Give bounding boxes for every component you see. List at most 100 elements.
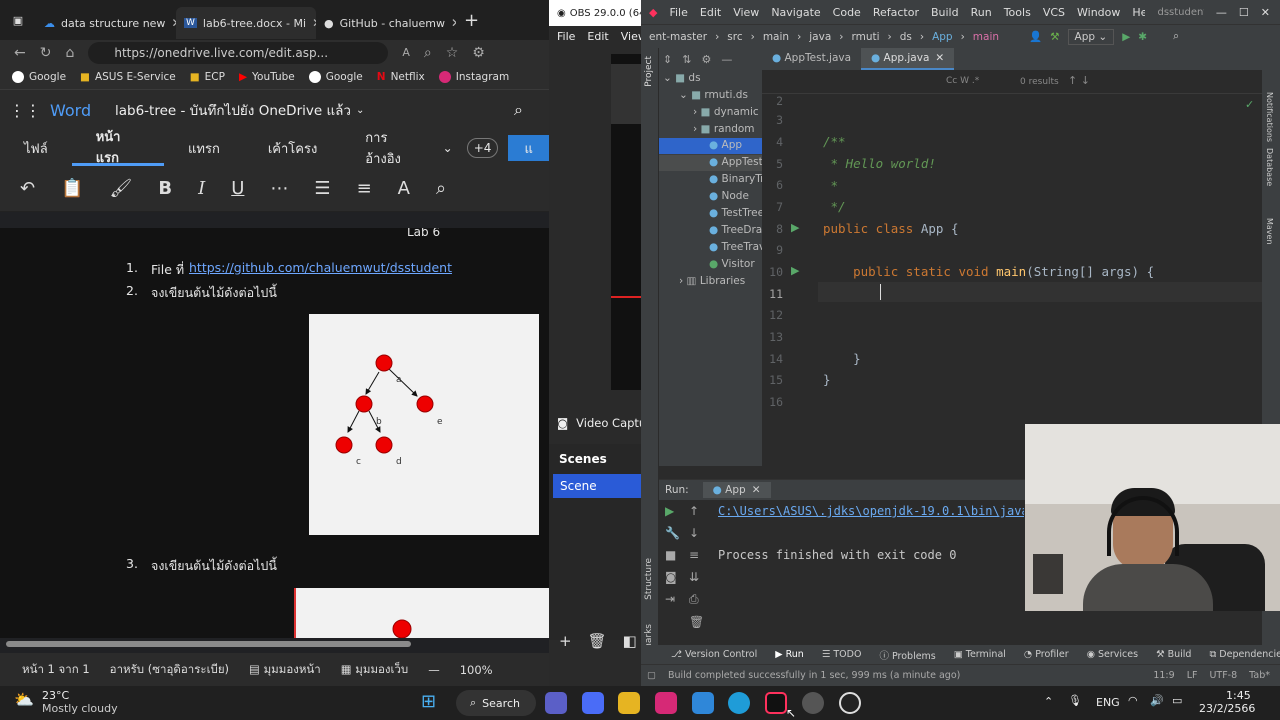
clipboard-icon[interactable]: 📋 [61, 178, 83, 199]
teams-icon[interactable] [545, 692, 567, 714]
menu-tools[interactable]: Tools [1004, 6, 1031, 19]
wifi-icon[interactable]: ◠ [1128, 694, 1138, 707]
bookmark-youtube[interactable]: ▶ YouTube [239, 71, 295, 83]
tree-item[interactable]: › ■ random [693, 123, 755, 135]
battery-icon[interactable]: ▭ [1172, 694, 1182, 707]
hammer-icon[interactable]: ⚒ [1050, 31, 1059, 43]
scene-item[interactable]: Scene [553, 474, 641, 498]
zoom-icon[interactable]: ⌕ [424, 45, 432, 61]
menu-refactor[interactable]: Refactor [873, 6, 919, 19]
extensions-icon[interactable]: ⚙ [472, 45, 485, 61]
close-tab-icon[interactable]: ✕ [935, 52, 944, 64]
menu-window[interactable]: Window [1077, 6, 1120, 19]
close-tab-icon[interactable]: ✕ [752, 484, 761, 496]
browser-tab-word[interactable]: W lab6-tree.docx - Mi ✕ [176, 7, 316, 39]
breadcrumb[interactable]: main [763, 31, 789, 43]
run-icon[interactable]: ▶ [1122, 31, 1130, 43]
tree-item[interactable]: ● BinaryTr [709, 173, 764, 185]
instagram-icon[interactable] [655, 692, 677, 714]
search-icon[interactable]: ⌕ [1173, 30, 1179, 43]
web-view-button[interactable]: ▦ มุมมองเว็บ [341, 661, 408, 679]
breadcrumb[interactable]: java [809, 31, 831, 43]
search-icon[interactable]: ⌕ [514, 100, 523, 120]
line-separator[interactable]: LF [1187, 670, 1198, 681]
menu-navigate[interactable]: Navigate [771, 6, 820, 19]
file-explorer-icon[interactable] [618, 692, 640, 714]
tray-chevron-icon[interactable]: ⌃ [1044, 695, 1053, 708]
todo-tool[interactable]: ☰ TODO [822, 649, 862, 660]
menu-file[interactable]: File [669, 6, 687, 19]
find-icon[interactable]: ⌕ [436, 178, 446, 199]
editor-area[interactable] [762, 94, 1280, 466]
undo-icon[interactable]: ↶ [20, 178, 35, 199]
tab-home[interactable]: หน้าแรก [71, 130, 165, 166]
clock-date[interactable]: 23/2/2566 [1199, 702, 1255, 715]
share-button[interactable]: แ [508, 135, 549, 161]
indent-setting[interactable]: Tab* [1249, 670, 1270, 681]
run-tool[interactable]: ▶ Run [775, 649, 804, 660]
tree-item[interactable]: ● App [709, 139, 742, 151]
format-painter-icon[interactable]: 🖌 [110, 178, 133, 199]
tree-item[interactable]: ⌄ ■ rmuti.ds [679, 89, 748, 101]
stop-icon[interactable]: ■ [665, 548, 685, 562]
new-tab-icon[interactable]: + [464, 10, 479, 31]
menu-run[interactable]: Run [971, 6, 992, 19]
document-page[interactable]: Lab 6 1. File ที่ https://github.com/cha… [0, 228, 549, 638]
more-tabs-button[interactable]: +4 [466, 138, 499, 158]
visual-studio-icon[interactable] [582, 692, 604, 714]
bookmark-netflix[interactable]: N Netflix [377, 71, 425, 83]
bookmark-instagram[interactable]: Instagram [438, 71, 509, 83]
close-tab-icon[interactable]: ✕ [451, 16, 456, 30]
home-icon[interactable]: ⌂ [65, 45, 74, 61]
sort-icon[interactable]: ⇅ [682, 53, 691, 66]
menu-code[interactable]: Code [833, 6, 861, 19]
taskbar-search[interactable]: ⌕ Search [456, 690, 536, 716]
menu-view[interactable]: View [733, 6, 759, 19]
clock-time[interactable]: 1:45 [1226, 689, 1251, 702]
rerun-icon[interactable]: ▶ [665, 504, 685, 518]
breadcrumb-class[interactable]: App [932, 31, 953, 43]
scene-filter-icon[interactable]: ◧ [623, 632, 637, 650]
run-config-select[interactable]: App ⌄ [1067, 28, 1115, 45]
breadcrumb[interactable]: ent-master [649, 31, 707, 43]
align-icon[interactable]: ≡ [357, 178, 372, 199]
obs-menu-edit[interactable]: Edit [587, 30, 608, 43]
styles-icon[interactable]: A [398, 178, 410, 199]
notifications-tool-label[interactable]: Notifications [1265, 92, 1274, 142]
horizontal-scrollbar[interactable] [6, 641, 411, 647]
weather-icon[interactable]: ⛅ [14, 690, 34, 709]
obs-menu-file[interactable]: File [557, 30, 575, 43]
scroll-up-icon[interactable]: ↑ [689, 504, 709, 518]
refresh-icon[interactable]: ↻ [40, 45, 52, 61]
remove-scene-icon[interactable]: 🗑 [588, 632, 607, 650]
italic-icon[interactable]: I [198, 178, 205, 199]
terminal-tool[interactable]: ▣ Terminal [954, 649, 1006, 660]
browser-tab-onedrive[interactable]: ☁ data structure new ✕ [36, 7, 176, 39]
scroll-end-icon[interactable]: ⇊ [689, 570, 709, 584]
tree-item[interactable]: › ▥ Libraries [679, 275, 745, 287]
zoom-level[interactable]: 100% [460, 663, 493, 677]
chrome-icon[interactable] [802, 692, 824, 714]
edge-icon[interactable] [728, 692, 750, 714]
tree-item[interactable]: ● TreeTrav [709, 241, 765, 253]
close-icon[interactable]: ✕ [1261, 6, 1270, 19]
back-icon[interactable]: ← [14, 45, 26, 61]
obs-source-row[interactable]: ◙ Video Captu [549, 410, 646, 436]
scroll-down-icon[interactable]: ↓ [689, 526, 709, 540]
maximize-icon[interactable]: ☐ [1239, 6, 1249, 19]
tab-references[interactable]: การอ้างอิง [341, 130, 442, 167]
tree-item[interactable]: ● TreeDra [709, 224, 762, 236]
start-icon[interactable]: ⊞ [421, 691, 436, 712]
caret-position[interactable]: 11:9 [1153, 670, 1174, 681]
wrench-icon[interactable]: 🔧 [665, 526, 685, 540]
maven-tool-label[interactable]: Maven [1265, 218, 1274, 245]
tree-item[interactable]: ● AppTest [709, 156, 763, 168]
breadcrumb-method[interactable]: main [973, 31, 999, 43]
favorite-icon[interactable]: ☆ [446, 45, 459, 61]
bullets-icon[interactable]: ☰ [314, 178, 330, 199]
user-icon[interactable]: 👤 [1029, 30, 1042, 43]
run-gutter-icon[interactable]: ▶ [791, 221, 799, 234]
obs-preview[interactable] [611, 54, 641, 390]
print-icon[interactable]: ⎙ [689, 592, 709, 607]
volume-icon[interactable]: 🔊 [1150, 694, 1164, 707]
